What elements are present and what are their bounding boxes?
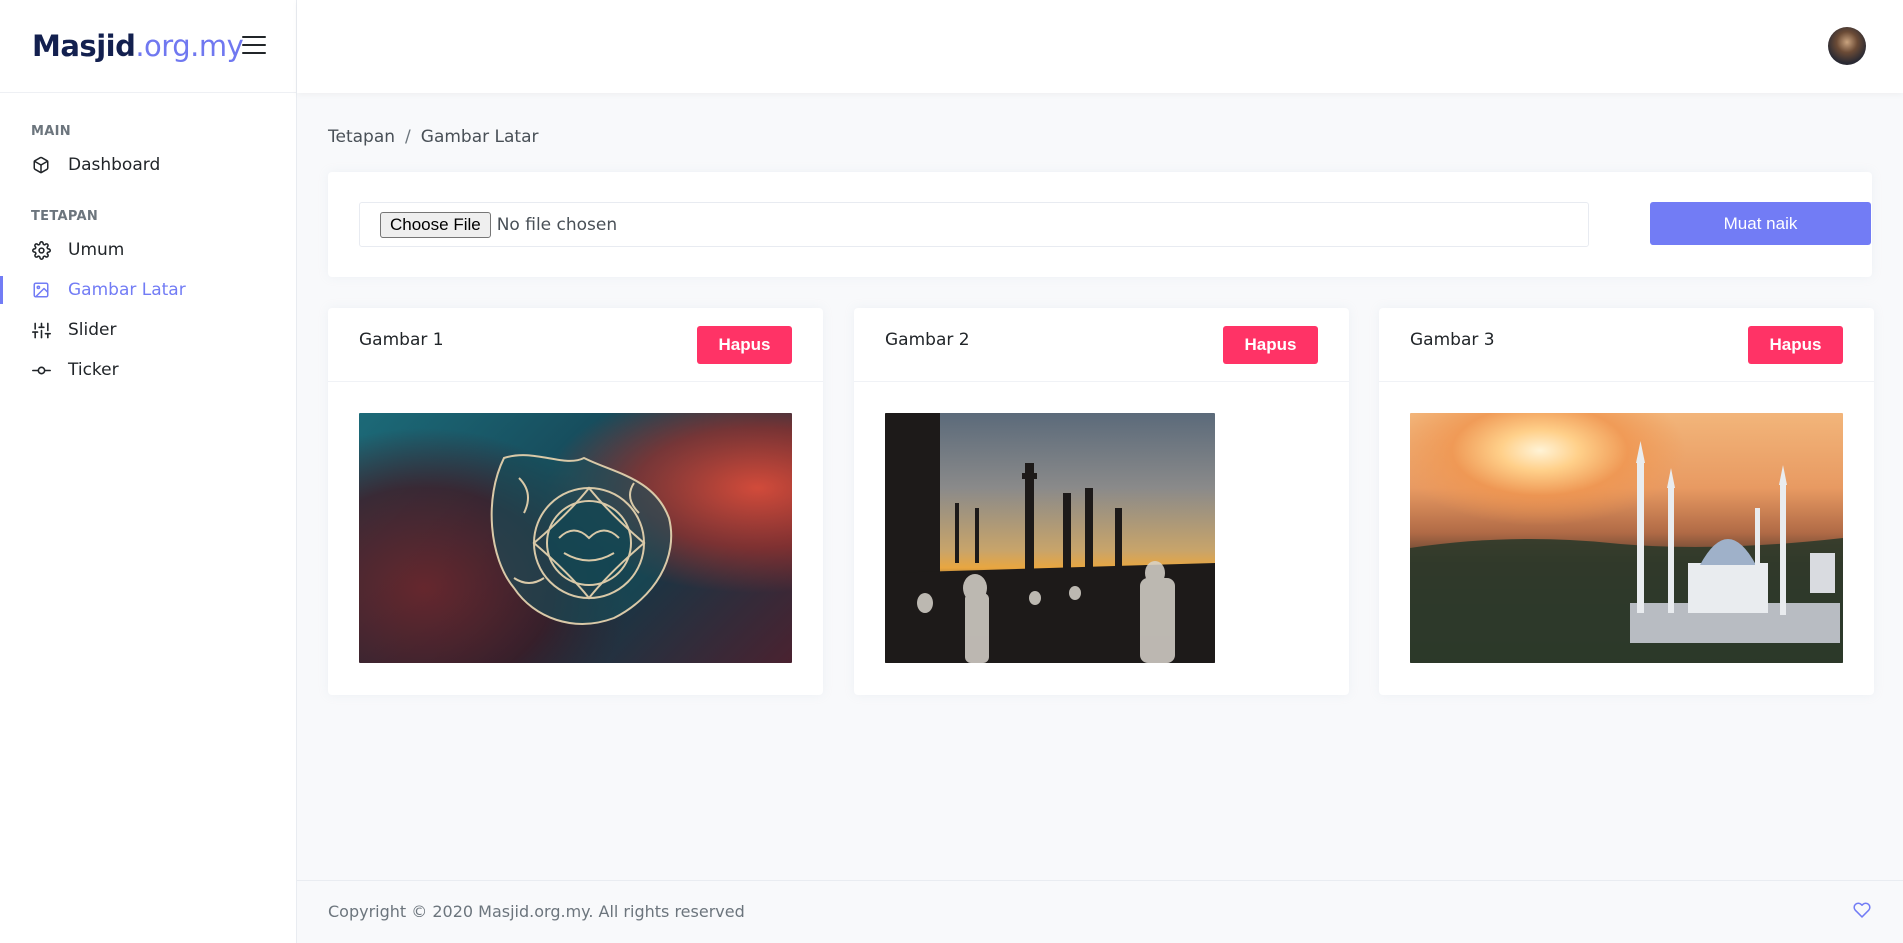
background-image-3 [1410, 413, 1843, 663]
file-status: No file chosen [496, 214, 618, 235]
menu-toggle-icon[interactable] [242, 36, 266, 56]
sliders-icon [31, 320, 51, 340]
sidebar-item-gambar-latar[interactable]: Gambar Latar [0, 270, 296, 310]
card-title: Gambar 3 [1410, 330, 1495, 350]
image-icon [31, 280, 51, 300]
background-image-2 [885, 413, 1215, 663]
git-commit-icon [31, 360, 51, 380]
sidebar: Masjid.org.my MAIN Dashboard TETAPAN Umu… [0, 0, 297, 943]
card-title: Gambar 2 [885, 330, 970, 350]
background-image-1 [359, 413, 792, 663]
brand-name-bold: Masjid [32, 29, 136, 63]
sidebar-item-ticker[interactable]: Ticker [0, 350, 296, 390]
file-input[interactable]: Choose File No file chosen [359, 202, 1589, 247]
brand: Masjid.org.my [0, 0, 296, 93]
user-avatar[interactable] [1828, 27, 1866, 65]
sidebar-item-label: Umum [68, 240, 125, 260]
delete-button[interactable]: Hapus [1748, 326, 1843, 364]
upload-button[interactable]: Muat naik [1650, 202, 1871, 245]
sidebar-item-label: Ticker [68, 360, 119, 380]
breadcrumb-item-tetapan[interactable]: Tetapan [328, 127, 395, 147]
card-title: Gambar 1 [359, 330, 444, 350]
brand-name-light: .org.my [135, 29, 244, 63]
sidebar-nav: MAIN Dashboard TETAPAN Umum Gambar Latar… [0, 93, 296, 390]
sidebar-item-label: Gambar Latar [68, 280, 186, 300]
copyright-text: Copyright © 2020 Masjid.org.my. All righ… [328, 902, 745, 921]
delete-button[interactable]: Hapus [1223, 326, 1318, 364]
image-card-1: Gambar 1 Hapus [328, 308, 823, 695]
choose-file-button[interactable]: Choose File [380, 211, 491, 238]
upload-card: Choose File No file chosen Muat naik [328, 172, 1872, 277]
card-header: Gambar 3 Hapus [1379, 308, 1874, 382]
image-card-3: Gambar 3 Hapus [1379, 308, 1874, 695]
image-card-2: Gambar 2 Hapus [854, 308, 1349, 695]
sidebar-item-umum[interactable]: Umum [0, 230, 296, 270]
card-header: Gambar 2 Hapus [854, 308, 1349, 382]
card-header: Gambar 1 Hapus [328, 308, 823, 382]
main-content: Tetapan / Gambar Latar Choose File No fi… [297, 93, 1903, 880]
nav-section-tetapan: TETAPAN [31, 209, 99, 224]
breadcrumb-separator: / [405, 127, 411, 147]
nav-section-main: MAIN [31, 124, 71, 139]
sidebar-item-slider[interactable]: Slider [0, 310, 296, 350]
footer: Copyright © 2020 Masjid.org.my. All righ… [297, 880, 1903, 943]
sidebar-item-dashboard[interactable]: Dashboard [0, 145, 296, 185]
sidebar-item-label: Dashboard [68, 155, 161, 175]
delete-button[interactable]: Hapus [697, 326, 792, 364]
breadcrumb: Tetapan / Gambar Latar [328, 127, 538, 147]
breadcrumb-item-current: Gambar Latar [420, 127, 539, 147]
heart-icon [1853, 901, 1873, 921]
settings-icon [31, 240, 51, 260]
brand-logo[interactable]: Masjid.org.my [32, 29, 244, 63]
sidebar-item-label: Slider [68, 320, 117, 340]
topbar [297, 0, 1903, 93]
box-icon [31, 155, 51, 175]
